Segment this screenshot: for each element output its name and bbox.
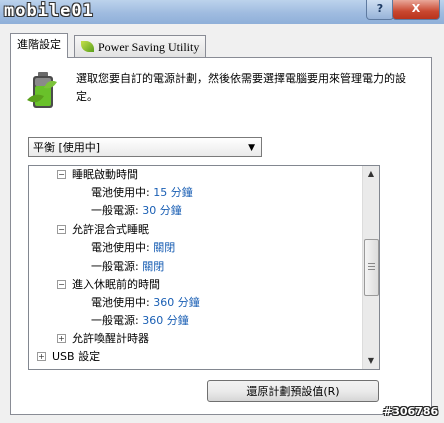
- restore-defaults-button[interactable]: 還原計劃預設值(R): [207, 380, 379, 402]
- tree-item-hibernate-plugged[interactable]: 一般電源: 360 分鐘: [91, 312, 189, 330]
- title-bar: mobile01 ? X: [0, 0, 444, 24]
- setting-value[interactable]: 關閉: [142, 260, 164, 273]
- setting-value[interactable]: 360 分鐘: [142, 314, 189, 327]
- setting-value[interactable]: 關閉: [153, 241, 175, 254]
- tree-item-hibernate-after[interactable]: − 進入休眠前的時間: [57, 276, 160, 294]
- leaf-icon: [81, 41, 94, 52]
- power-plan-select[interactable]: 平衡 [使用中] ▼: [28, 137, 262, 157]
- collapse-icon[interactable]: −: [57, 225, 66, 234]
- power-plan-value: 平衡 [使用中]: [33, 141, 101, 154]
- tree-item-sleep-plugged[interactable]: 一般電源: 30 分鐘: [91, 202, 182, 220]
- intro-text: 選取您要自訂的電源計劃，然後依需要選擇電腦要用來管理電力的設定。: [76, 72, 406, 103]
- watermark: #306786: [383, 405, 439, 418]
- tree-item-wake-timers[interactable]: + 允許喚醒計時器: [57, 330, 149, 348]
- scroll-up-icon[interactable]: ▲: [363, 166, 379, 182]
- grip-line: [368, 269, 375, 270]
- collapse-icon[interactable]: −: [57, 170, 66, 179]
- setting-value[interactable]: 15 分鐘: [153, 186, 193, 199]
- grip-line: [368, 263, 375, 264]
- tab-power-saving-utility[interactable]: Power Saving Utility: [74, 35, 207, 58]
- vertical-scrollbar[interactable]: ▲ ▼: [362, 166, 379, 369]
- tree-item-sleep-after[interactable]: − 睡眠啟動時間: [57, 166, 138, 184]
- tree-item-usb-settings[interactable]: + USB 設定: [37, 348, 100, 366]
- scrollbar-thumb[interactable]: [364, 239, 379, 296]
- chevron-down-icon[interactable]: ▼: [248, 138, 255, 158]
- help-button[interactable]: ?: [366, 0, 394, 20]
- tree-item-sleep-battery[interactable]: 電池使用中: 15 分鐘: [91, 184, 193, 202]
- tree-item-hybrid-sleep[interactable]: − 允許混合式睡眠: [57, 221, 149, 239]
- battery-icon: [27, 72, 57, 108]
- close-button[interactable]: X: [392, 0, 440, 20]
- collapse-icon[interactable]: −: [57, 280, 66, 289]
- expand-icon[interactable]: +: [37, 352, 46, 361]
- site-logo: mobile01: [4, 1, 94, 21]
- settings-tree[interactable]: − 睡眠啟動時間 電池使用中: 15 分鐘 一般電源: 30 分鐘 − 允許混合式睡…: [28, 165, 380, 370]
- scroll-down-icon[interactable]: ▼: [363, 353, 379, 369]
- expand-icon[interactable]: +: [57, 334, 66, 343]
- grip-line: [368, 266, 375, 267]
- tab-advanced-settings[interactable]: 進階設定: [10, 33, 68, 58]
- tab-label: 進階設定: [17, 38, 61, 51]
- tree-item-hybrid-plugged[interactable]: 一般電源: 關閉: [91, 258, 164, 276]
- setting-value[interactable]: 30 分鐘: [142, 204, 182, 217]
- tab-label: Power Saving Utility: [98, 40, 200, 54]
- tree-item-hibernate-battery[interactable]: 電池使用中: 360 分鐘: [91, 294, 200, 312]
- tree-item-hybrid-battery[interactable]: 電池使用中: 關閉: [91, 239, 175, 257]
- setting-value[interactable]: 360 分鐘: [153, 296, 200, 309]
